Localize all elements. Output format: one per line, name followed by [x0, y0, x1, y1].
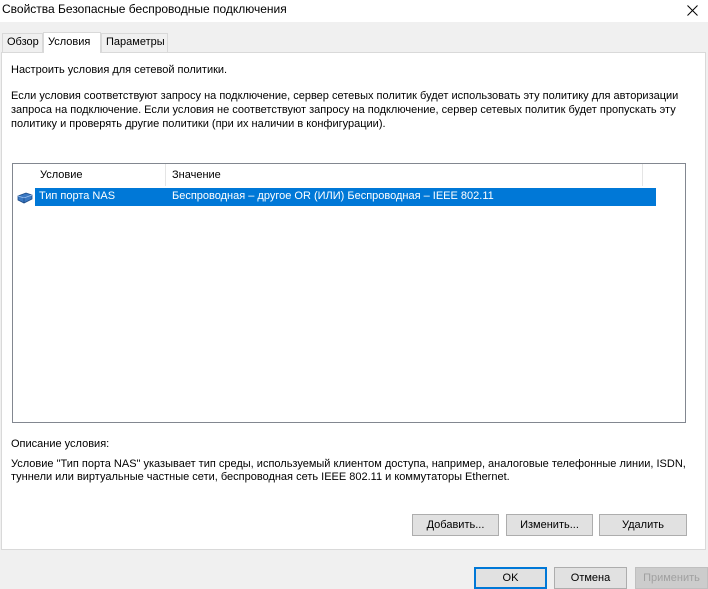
conditions-description: Если условия соответствуют запросу на по…: [11, 90, 679, 130]
tab-conditions[interactable]: Условия: [43, 32, 101, 53]
column-value-label: Значение: [172, 169, 221, 181]
table-row[interactable]: Тип порта NAS Беспроводная – другое OR (…: [35, 188, 656, 206]
column-condition-label: Условие: [40, 169, 83, 181]
condition-description-label: Описание условия:: [11, 438, 110, 450]
tab-overview[interactable]: Обзор: [2, 33, 43, 52]
remove-button[interactable]: Удалить: [599, 514, 687, 536]
condition-description-text: Условие "Тип порта NAS" указывает тип ср…: [11, 458, 686, 483]
row-condition: Тип порта NAS: [39, 190, 116, 202]
close-icon: [686, 4, 698, 16]
edit-button[interactable]: Изменить...: [506, 514, 593, 536]
title-bar: Свойства Безопасные беспроводные подключ…: [0, 0, 708, 22]
add-button[interactable]: Добавить...: [412, 514, 499, 536]
tab-conditions-label: Условия: [48, 36, 91, 48]
tab-overview-label: Обзор: [7, 36, 39, 48]
conditions-intro: Настроить условия для сетевой политики.: [11, 64, 228, 76]
window-title: Свойства Безопасные беспроводные подключ…: [2, 2, 287, 16]
network-adapter-icon: [17, 192, 33, 204]
row-value: Беспроводная – другое OR (ИЛИ) Беспровод…: [172, 190, 494, 202]
close-button[interactable]: [680, 0, 704, 20]
tab-settings[interactable]: Параметры: [101, 33, 168, 52]
tab-settings-label: Параметры: [106, 36, 165, 48]
list-header: Условие Значение: [13, 164, 685, 186]
column-header-condition[interactable]: Условие: [34, 164, 166, 186]
column-header-value[interactable]: Значение: [166, 164, 643, 186]
conditions-list[interactable]: Условие Значение Тип порта NAS Беспровод…: [12, 163, 686, 423]
